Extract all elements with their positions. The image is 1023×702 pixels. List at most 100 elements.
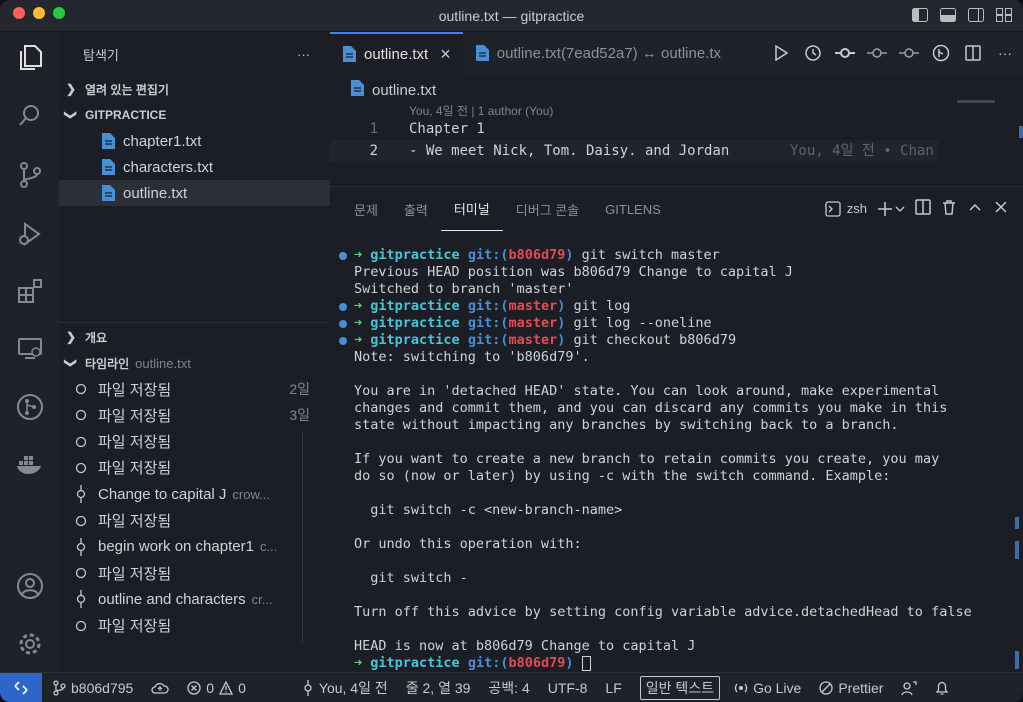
eol-status[interactable]: LF	[605, 680, 621, 696]
broadcast-icon	[734, 683, 748, 692]
remote-indicator[interactable]	[0, 672, 42, 702]
timeline-item[interactable]: 파일 저장됨	[59, 560, 330, 586]
encoding-status[interactable]: UTF-8	[548, 680, 588, 696]
split-editor-icon[interactable]	[963, 43, 983, 63]
prompt-arrow: ➜	[354, 247, 363, 263]
customize-layout-icon[interactable]	[995, 6, 1013, 24]
branch-status[interactable]: b806d795	[52, 680, 133, 696]
toggle-sidebar-icon[interactable]	[911, 6, 929, 24]
minimap[interactable]	[957, 100, 995, 103]
code-line-current[interactable]: 2 - We meet Nick, Tom. Daisy. and Jordan…	[330, 140, 938, 162]
blame-codelens[interactable]: You, 4일 전 | 1 author (You)	[409, 102, 553, 119]
sidebar-title: 탐색기	[83, 47, 119, 63]
timeline-item[interactable]: 파일 저장됨 3일	[59, 402, 330, 428]
command-decoration-icon[interactable]	[339, 337, 347, 345]
remote-explorer-icon[interactable]	[14, 333, 46, 365]
code-line[interactable]: 1 Chapter 1	[330, 118, 938, 140]
timeline-item[interactable]: 파일 저장됨	[59, 455, 330, 481]
tab-terminal[interactable]: 터미널	[440, 187, 503, 231]
more-editor-actions-button[interactable]: ···	[995, 43, 1015, 63]
tab-debug-console[interactable]: 디버그 콘솔	[503, 187, 592, 231]
docker-icon[interactable]	[14, 448, 46, 480]
timeline-item[interactable]: 파일 저장됨	[59, 429, 330, 455]
toggle-panel-icon[interactable]	[939, 6, 957, 24]
close-tab-icon[interactable]: ×	[440, 44, 451, 65]
sync-status[interactable]	[151, 681, 169, 695]
prettier-status[interactable]: Prettier	[819, 680, 883, 696]
tab-problems[interactable]: 문제	[341, 187, 391, 231]
chevron-right-icon: ❯	[65, 330, 77, 344]
close-window-button[interactable]	[13, 7, 25, 19]
save-circle-icon	[75, 409, 89, 421]
gitlens-inspect-icon[interactable]	[931, 43, 951, 63]
kill-terminal-icon[interactable]	[941, 199, 957, 218]
folder-section[interactable]: ❯ GITPRACTICE	[59, 102, 330, 128]
prompt-branch: b806d79	[508, 655, 566, 671]
accounts-icon[interactable]	[14, 570, 46, 602]
timeline-item[interactable]: Change to capital J crow...	[59, 481, 330, 507]
notifications-bell-icon[interactable]	[935, 680, 949, 696]
next-commit-icon[interactable]	[899, 43, 919, 63]
tab-gitlens[interactable]: GITLENS	[592, 187, 674, 231]
terminal-cursor[interactable]	[581, 655, 591, 671]
new-terminal-button[interactable]	[877, 201, 905, 217]
indentation-status[interactable]: 공백: 4	[488, 678, 529, 698]
toggle-secondary-sidebar-icon[interactable]	[967, 6, 985, 24]
maximize-window-button[interactable]	[53, 7, 65, 19]
timeline-item[interactable]: 파일 저장됨	[59, 508, 330, 534]
terminal-line: ➜ gitpractice git:(b806d79) git switch m…	[330, 247, 720, 264]
file-name: outline.txt	[123, 184, 188, 202]
history-icon[interactable]	[803, 43, 823, 63]
previous-commit-icon[interactable]	[867, 43, 887, 63]
timeline-time: 3일	[289, 407, 310, 424]
timeline-label: 파일 저장됨	[98, 618, 172, 636]
timeline-item[interactable]: 파일 저장됨	[59, 613, 330, 639]
prompt-branch: master	[508, 298, 558, 314]
source-control-icon[interactable]	[14, 159, 46, 191]
extensions-icon[interactable]	[14, 275, 46, 307]
run-icon[interactable]	[771, 43, 791, 63]
close-panel-icon[interactable]	[993, 199, 1009, 218]
terminal-line: ➜ gitpractice git:(master) git log --one…	[330, 315, 712, 332]
file-item[interactable]: characters.txt	[59, 154, 330, 180]
file-item-selected[interactable]: outline.txt	[59, 180, 330, 206]
commit-icon[interactable]	[835, 43, 855, 63]
command-decoration-icon[interactable]	[339, 252, 347, 260]
terminal-line: Switched to branch 'master'	[330, 281, 573, 298]
terminal-shell-selector[interactable]: zsh	[825, 200, 867, 217]
tab-diff[interactable]: outline.txt(7ead52a7) ↔ outline.tx	[463, 32, 757, 74]
terminal-text: state without impacting any branches by …	[354, 417, 899, 433]
language-mode[interactable]: 일반 텍스트	[639, 675, 721, 700]
feedback-icon[interactable]	[901, 680, 918, 696]
timeline-item[interactable]: begin work on chapter1 c...	[59, 534, 330, 560]
run-debug-icon[interactable]	[14, 218, 46, 250]
outline-section[interactable]: ❯ 개요	[59, 324, 330, 350]
tab-outline[interactable]: outline.txt ×	[330, 32, 463, 74]
gitlens-icon[interactable]	[14, 391, 46, 423]
settings-gear-icon[interactable]	[14, 628, 46, 660]
command-decoration-icon[interactable]	[339, 320, 347, 328]
file-item[interactable]: chapter1.txt	[59, 128, 330, 154]
breadcrumb[interactable]: outline.txt	[350, 80, 436, 100]
split-terminal-icon[interactable]	[915, 199, 931, 218]
more-actions-button[interactable]: ···	[297, 47, 310, 62]
prettier-label: Prettier	[838, 679, 884, 696]
search-icon[interactable]	[14, 100, 46, 132]
go-live-button[interactable]: Go Live	[734, 680, 801, 696]
file-name: characters.txt	[123, 158, 214, 176]
terminal-command	[574, 655, 582, 671]
cursor-position[interactable]: 줄 2, 열 39	[406, 678, 471, 698]
blame-status[interactable]: You, 4일 전	[302, 678, 388, 698]
explorer-icon[interactable]	[14, 42, 46, 74]
tab-output[interactable]: 출력	[391, 187, 441, 231]
terminal-line: git switch -c <new-branch-name>	[330, 502, 622, 519]
problems-status[interactable]: 0 0	[187, 680, 246, 696]
command-decoration-icon[interactable]	[339, 303, 347, 311]
timeline-item[interactable]: outline and characters cr...	[59, 586, 330, 612]
timeline-item[interactable]: 파일 저장됨 2일	[59, 376, 330, 402]
maximize-panel-icon[interactable]	[967, 199, 983, 218]
timeline-section[interactable]: ❯ 타임라인 outline.txt	[59, 350, 330, 376]
minimize-window-button[interactable]	[33, 7, 45, 19]
open-editors-section[interactable]: ❯ 열려 있는 편집기	[59, 76, 330, 102]
